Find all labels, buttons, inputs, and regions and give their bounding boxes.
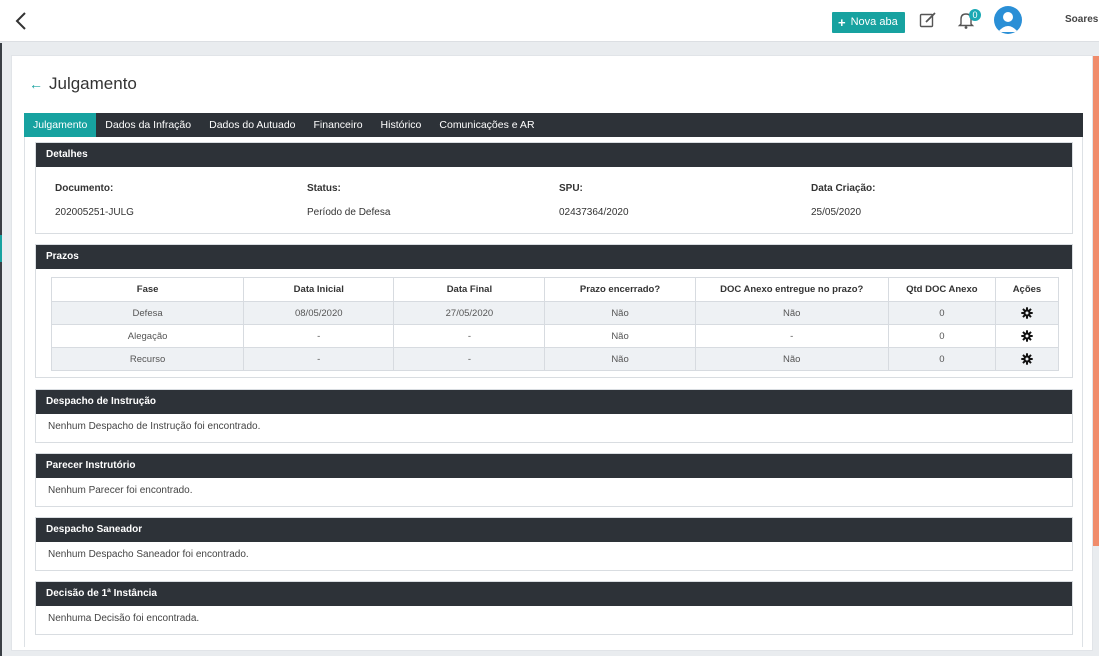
- cell-fase: Defesa: [50, 301, 245, 325]
- document-label: Documento:: [55, 183, 114, 194]
- cell-prazo-encerrado: Não: [544, 324, 696, 348]
- left-sidebar-strip: [0, 43, 2, 656]
- details-section: Detalhes Documento: 202005251-JULG Statu…: [35, 142, 1073, 234]
- cell-data-final: -: [393, 324, 546, 348]
- back-icon[interactable]: [12, 9, 32, 33]
- cell-fase: Alegação: [50, 324, 245, 348]
- spu-value: 02437364/2020: [559, 207, 629, 218]
- tab-historico[interactable]: Histórico: [372, 113, 431, 137]
- notification-badge: 0: [969, 9, 981, 21]
- top-bar: + Nova aba 0 Soares: [0, 0, 1099, 42]
- cell-data-inicial: 08/05/2020: [243, 301, 395, 325]
- cell-prazo-encerrado: Não: [544, 347, 696, 371]
- cell-fase: Recurso: [50, 347, 245, 371]
- cell-doc-anexo-prazo: Não: [694, 347, 889, 371]
- new-tab-button[interactable]: + Nova aba: [832, 12, 905, 33]
- empty-message: Nenhuma Decisão foi encontrada.: [48, 613, 200, 624]
- deadlines-table: Fase Data Inicial Data Final Prazo encer…: [50, 277, 1060, 371]
- cell-acoes: [994, 324, 1060, 348]
- cell-data-inicial: -: [243, 324, 395, 348]
- deadlines-section: Prazos Fase Data Inicial Data Final Praz…: [35, 244, 1073, 378]
- column-header: Data Inicial: [243, 277, 395, 302]
- cell-data-final: 27/05/2020: [393, 301, 546, 325]
- column-header: DOC Anexo entregue no prazo?: [694, 277, 889, 302]
- gear-icon[interactable]: [1021, 307, 1033, 319]
- created-date-label: Data Criação:: [811, 183, 876, 194]
- gear-icon[interactable]: [1021, 353, 1033, 365]
- cell-qtd-doc: 0: [887, 301, 996, 325]
- page-title: ← Julgamento: [29, 74, 137, 94]
- section-header: Despacho Saneador: [36, 518, 1072, 542]
- cell-data-final: -: [393, 347, 546, 371]
- despacho-saneador-section: Despacho Saneador Nenhum Despacho Sanead…: [35, 517, 1073, 571]
- left-sidebar-accent: [0, 235, 2, 262]
- table-row: Defesa 08/05/2020 27/05/2020 Não Não 0: [50, 301, 1060, 325]
- empty-message: Nenhum Parecer foi encontrado.: [48, 485, 193, 496]
- tab-bar: Julgamento Dados da Infração Dados do Au…: [24, 113, 1083, 137]
- cell-doc-anexo-prazo: Não: [694, 301, 889, 325]
- avatar[interactable]: [994, 6, 1022, 34]
- section-header: Despacho de Instrução: [36, 390, 1072, 414]
- column-header: Prazo encerrado?: [544, 277, 696, 302]
- column-header: Ações: [994, 277, 1060, 302]
- new-tab-label: Nova aba: [850, 16, 898, 28]
- parecer-section: Parecer Instrutório Nenhum Parecer foi e…: [35, 453, 1073, 507]
- page-title-text: Julgamento: [49, 74, 137, 93]
- cell-acoes: [994, 347, 1060, 371]
- cell-acoes: [994, 301, 1060, 325]
- decisao-section: Decisão de 1ª Instância Nenhuma Decisão …: [35, 581, 1073, 635]
- tab-comunicacoes-ar[interactable]: Comunicações e AR: [430, 113, 543, 137]
- spu-label: SPU:: [559, 183, 583, 194]
- cell-data-inicial: -: [243, 347, 395, 371]
- username[interactable]: Soares: [1065, 14, 1098, 25]
- tab-panel: Detalhes Documento: 202005251-JULG Statu…: [24, 137, 1083, 647]
- plus-icon: +: [838, 15, 846, 30]
- empty-message: Nenhum Despacho Saneador foi encontrado.: [48, 549, 249, 560]
- section-header: Detalhes: [36, 143, 1072, 167]
- section-header: Prazos: [36, 245, 1072, 269]
- table-row: Alegação - - Não - 0: [50, 324, 1060, 348]
- tab-dados-autuado[interactable]: Dados do Autuado: [200, 113, 304, 137]
- cell-prazo-encerrado: Não: [544, 301, 696, 325]
- column-header: Data Final: [393, 277, 546, 302]
- table-header-row: Fase Data Inicial Data Final Prazo encer…: [50, 277, 1060, 302]
- tab-julgamento[interactable]: Julgamento: [24, 113, 97, 137]
- empty-message: Nenhum Despacho de Instrução foi encontr…: [48, 421, 261, 432]
- created-date-value: 25/05/2020: [811, 207, 862, 218]
- tab-dados-infracao[interactable]: Dados da Infração: [96, 113, 200, 137]
- document-value: 202005251-JULG: [55, 207, 134, 218]
- table-row: Recurso - - Não Não 0: [50, 347, 1060, 371]
- edit-icon[interactable]: [918, 10, 938, 30]
- tab-financeiro[interactable]: Financeiro: [305, 113, 372, 137]
- main-card: ← Julgamento Julgamento Dados da Infraçã…: [11, 55, 1093, 651]
- column-header: Qtd DOC Anexo: [887, 277, 996, 302]
- status-value: Período de Defesa: [307, 207, 391, 218]
- section-header: Parecer Instrutório: [36, 454, 1072, 478]
- cell-doc-anexo-prazo: -: [694, 324, 889, 348]
- cell-qtd-doc: 0: [887, 324, 996, 348]
- gear-icon[interactable]: [1021, 330, 1033, 342]
- right-accent-bar: [1093, 56, 1099, 546]
- cell-qtd-doc: 0: [887, 347, 996, 371]
- column-header: Fase: [50, 277, 245, 302]
- arrow-left-icon[interactable]: ←: [29, 76, 43, 92]
- status-label: Status:: [307, 183, 341, 194]
- despacho-instrucao-section: Despacho de Instrução Nenhum Despacho de…: [35, 389, 1073, 443]
- section-header: Decisão de 1ª Instância: [36, 582, 1072, 606]
